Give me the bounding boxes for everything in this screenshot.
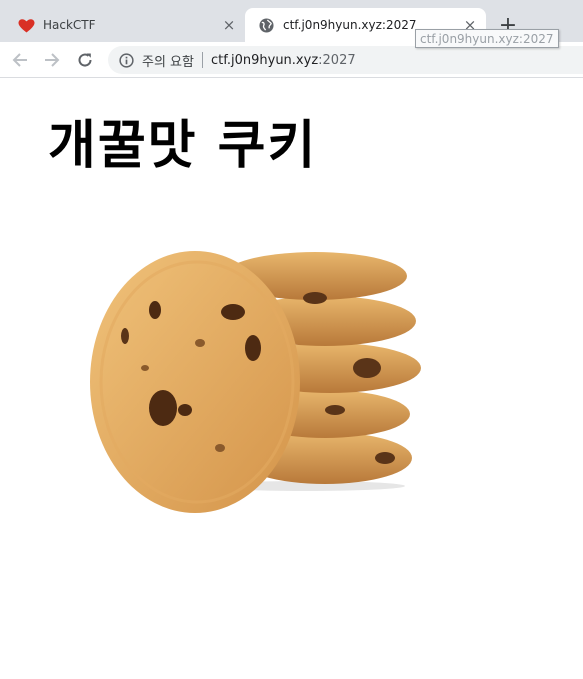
url-port: :2027 xyxy=(318,52,356,68)
globe-icon xyxy=(258,17,275,34)
divider xyxy=(201,52,203,68)
address-bar[interactable]: 주의 요함 ctf.j0n9hyun.xyz:2027 xyxy=(108,46,583,74)
tab-tooltip: ctf.j0n9hyun.xyz:2027 xyxy=(415,29,559,48)
tab-title: HackCTF xyxy=(43,18,96,32)
forward-arrow-icon[interactable] xyxy=(40,48,64,72)
cookie-stack-image xyxy=(90,251,421,513)
security-warning-text[interactable]: 주의 요함 xyxy=(142,51,194,70)
heart-icon xyxy=(18,17,35,34)
close-icon[interactable]: × xyxy=(219,15,239,35)
tab-hackctf[interactable]: HackCTF × xyxy=(0,8,245,42)
page-title: 개꿀맛 쿠키 xyxy=(48,115,318,176)
info-icon[interactable] xyxy=(118,52,134,68)
back-arrow-icon[interactable] xyxy=(8,48,32,72)
reload-icon[interactable] xyxy=(73,48,97,72)
url-host: ctf.j0n9hyun.xyz xyxy=(210,52,319,68)
